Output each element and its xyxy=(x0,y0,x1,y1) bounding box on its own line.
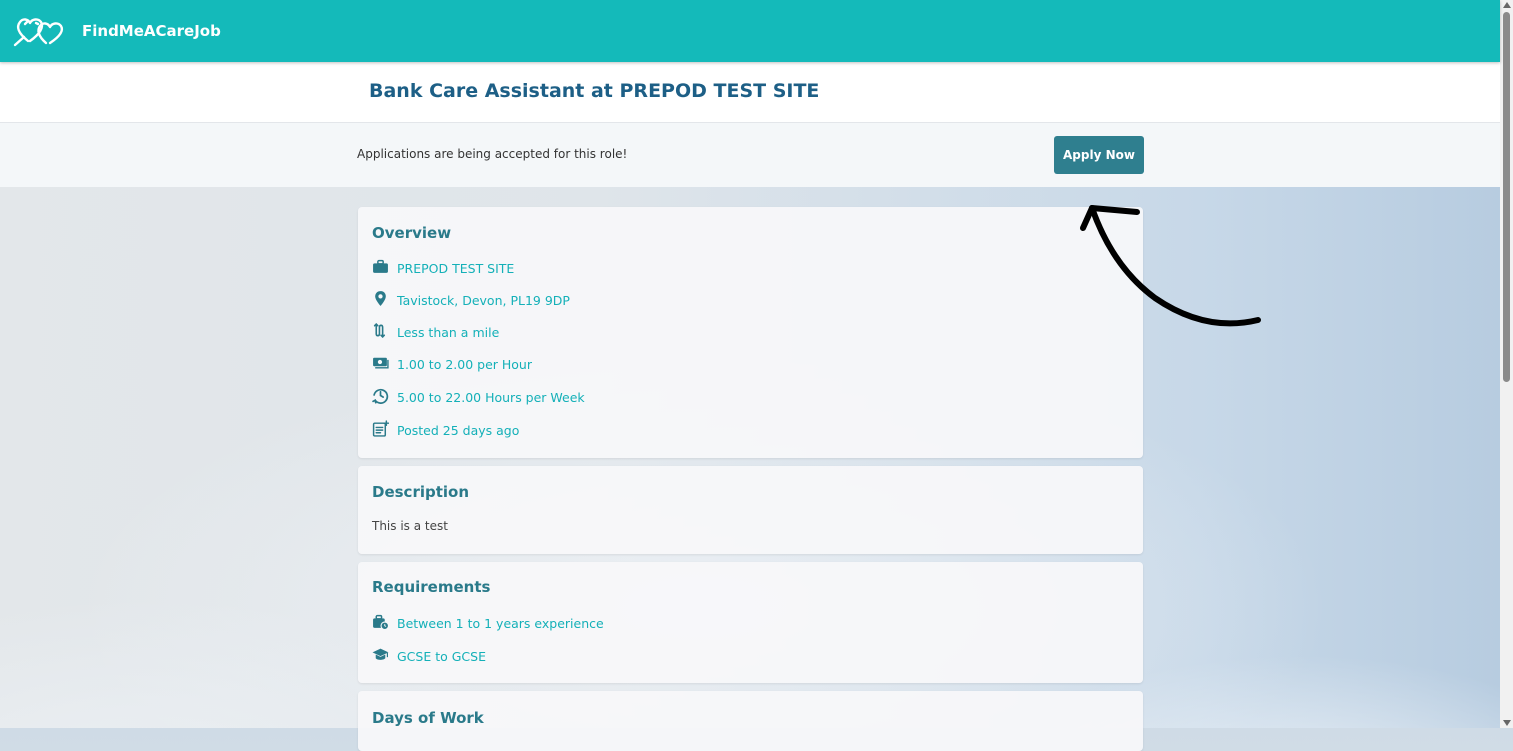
briefcase-icon xyxy=(372,258,389,278)
brand-logo[interactable]: FindMeACareJob xyxy=(12,9,221,53)
top-navbar: FindMeACareJob xyxy=(0,0,1500,62)
vertical-scrollbar[interactable] xyxy=(1500,0,1513,728)
briefcase-clock-icon xyxy=(372,613,389,633)
requirement-item-education: GCSE to GCSE xyxy=(372,646,486,666)
annotation-arrow-icon xyxy=(1080,205,1261,327)
days-of-work-card: Days of Work xyxy=(358,691,1143,751)
apply-now-button[interactable]: Apply Now xyxy=(1054,136,1144,174)
scrollbar-thumb[interactable] xyxy=(1503,12,1510,382)
requirement-item-experience: Between 1 to 1 years experience xyxy=(372,613,604,633)
overview-item-hours: 5.00 to 22.00 Hours per Week xyxy=(372,387,585,407)
overview-item-company: PREPOD TEST SITE xyxy=(372,258,514,278)
description-heading: Description xyxy=(372,483,470,501)
description-text: This is a test xyxy=(372,519,448,533)
overview-item-posted: Posted 25 days ago xyxy=(372,420,519,440)
page-title: Bank Care Assistant at PREPOD TEST SITE xyxy=(369,80,820,102)
overview-heading: Overview xyxy=(372,224,452,242)
overview-item-text: Less than a mile xyxy=(397,324,500,340)
applications-status-text: Applications are being accepted for this… xyxy=(357,147,628,161)
overview-item-distance: Less than a mile xyxy=(372,322,499,342)
requirements-card: Requirements Between 1 to 1 years experi… xyxy=(358,562,1143,683)
cash-icon xyxy=(372,354,389,374)
requirements-heading: Requirements xyxy=(372,578,491,596)
requirement-item-text: Between 1 to 1 years experience xyxy=(397,615,604,631)
clock-history-icon xyxy=(372,387,389,407)
hearts-logo-icon xyxy=(12,9,74,53)
map-pin-icon xyxy=(372,290,389,310)
apply-strip xyxy=(0,123,1500,187)
overview-item-text: Tavistock, Devon, PL19 9DP xyxy=(397,292,570,308)
overview-item-pay: 1.00 to 2.00 per Hour xyxy=(372,354,532,374)
route-icon xyxy=(372,322,389,342)
brand-name: FindMeACareJob xyxy=(82,22,221,40)
graduation-cap-icon xyxy=(372,646,389,666)
overview-card: Overview PREPOD TEST SITE Tavistock, Dev… xyxy=(358,207,1143,458)
overview-item-text: Posted 25 days ago xyxy=(397,422,520,438)
requirement-item-text: GCSE to GCSE xyxy=(397,648,486,664)
scroll-up-arrow-icon[interactable] xyxy=(1503,2,1511,8)
scroll-down-arrow-icon[interactable] xyxy=(1503,720,1511,726)
overview-item-text: 1.00 to 2.00 per Hour xyxy=(397,356,532,372)
overview-item-text: PREPOD TEST SITE xyxy=(397,260,515,276)
days-of-work-heading: Days of Work xyxy=(372,709,484,727)
posted-icon xyxy=(372,420,390,440)
overview-item-location: Tavistock, Devon, PL19 9DP xyxy=(372,290,570,310)
overview-item-text: 5.00 to 22.00 Hours per Week xyxy=(397,389,585,405)
description-card: Description This is a test xyxy=(358,466,1143,554)
